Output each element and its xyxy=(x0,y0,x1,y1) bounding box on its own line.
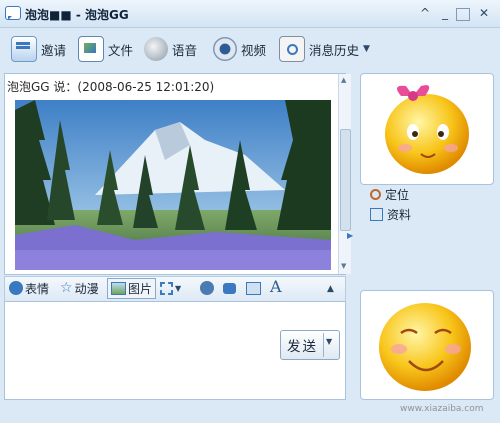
shake-button[interactable] xyxy=(200,279,214,297)
contact-avatar xyxy=(385,85,469,174)
chevron-right-icon[interactable]: ▶ xyxy=(347,231,353,240)
picture-icon xyxy=(111,282,126,295)
chevron-up-icon: ▲ xyxy=(327,284,334,294)
maximize-button[interactable] xyxy=(456,8,470,21)
chevron-down-icon[interactable]: ▼ xyxy=(326,337,334,346)
invite-button[interactable]: 邀请 xyxy=(11,36,66,62)
minimize-button[interactable]: _ xyxy=(437,5,453,21)
voice-button[interactable]: 语音 xyxy=(144,36,197,62)
microphone-icon xyxy=(144,37,168,61)
locate-label: 定位 xyxy=(385,188,410,202)
picture-button[interactable]: 图片 xyxy=(107,278,157,299)
collapse-button[interactable]: ^ xyxy=(417,5,433,21)
star-icon: ☆ xyxy=(60,280,73,296)
profile-label: 资料 xyxy=(387,208,412,222)
locate-link[interactable]: 定位 xyxy=(370,186,409,203)
watermark-url: www.xiazaiba.com xyxy=(400,404,484,414)
chevron-down-icon: ▼ xyxy=(363,44,370,54)
font-button[interactable]: A xyxy=(270,276,282,296)
file-button[interactable]: 文件 xyxy=(78,36,133,62)
message-history-button[interactable]: 消息历史 ▼ xyxy=(279,36,370,62)
smiley-icon xyxy=(9,281,23,295)
animation-button[interactable]: ☆ 动漫 xyxy=(60,279,99,297)
panel-splitter[interactable]: ▶ xyxy=(347,73,355,398)
location-pin-icon xyxy=(370,189,381,200)
chat-history[interactable]: 泡泡GG 说：(2008-06-25 12:01:20) ▲ ▼ xyxy=(4,73,351,275)
animation-label: 动漫 xyxy=(74,281,99,296)
profile-link[interactable]: 资料 xyxy=(370,206,411,223)
video-button[interactable]: 视频 xyxy=(213,36,266,62)
chevron-down-icon: ▼ xyxy=(175,283,182,293)
invite-label: 邀请 xyxy=(41,42,67,58)
landscape-picture xyxy=(15,100,331,270)
profile-card-icon xyxy=(370,208,383,221)
message-sender-line: 泡泡GG 说：(2008-06-25 12:01:20) xyxy=(7,80,215,94)
send-label: 发送 xyxy=(287,339,318,355)
image-tool-button[interactable] xyxy=(246,279,261,297)
picture-label: 图片 xyxy=(128,282,153,296)
invite-icon xyxy=(11,36,37,62)
contact-avatar-panel xyxy=(360,73,494,185)
message-history-label: 消息历史 xyxy=(309,42,360,58)
file-icon xyxy=(78,36,104,62)
screenshot-button[interactable]: ▼ xyxy=(160,279,181,297)
shake-icon xyxy=(200,281,214,295)
image-icon xyxy=(246,281,261,295)
shared-landscape-image xyxy=(15,100,331,270)
font-icon: A xyxy=(270,276,282,296)
message-bubble-button[interactable] xyxy=(223,279,236,297)
video-label: 视频 xyxy=(241,42,267,58)
clipboard-clock-icon xyxy=(279,36,305,62)
webcam-icon xyxy=(213,37,237,61)
emoticon-label: 表情 xyxy=(25,281,50,296)
my-avatar xyxy=(379,303,471,391)
send-divider xyxy=(323,333,324,357)
send-button[interactable]: 发送 ▼ xyxy=(280,330,340,360)
file-label: 文件 xyxy=(108,42,134,58)
chat-bubble-icon xyxy=(5,6,21,20)
emoticon-button[interactable]: 表情 xyxy=(9,279,49,297)
speech-bubble-icon xyxy=(223,282,236,294)
close-button[interactable]: ✕ xyxy=(476,5,492,21)
window-title: 泡泡■■ - 泡泡GG xyxy=(25,8,129,22)
my-avatar-panel xyxy=(360,290,494,400)
screenshot-icon xyxy=(160,281,173,295)
expand-up-button[interactable]: ▲ xyxy=(327,280,334,298)
voice-label: 语音 xyxy=(172,42,198,58)
